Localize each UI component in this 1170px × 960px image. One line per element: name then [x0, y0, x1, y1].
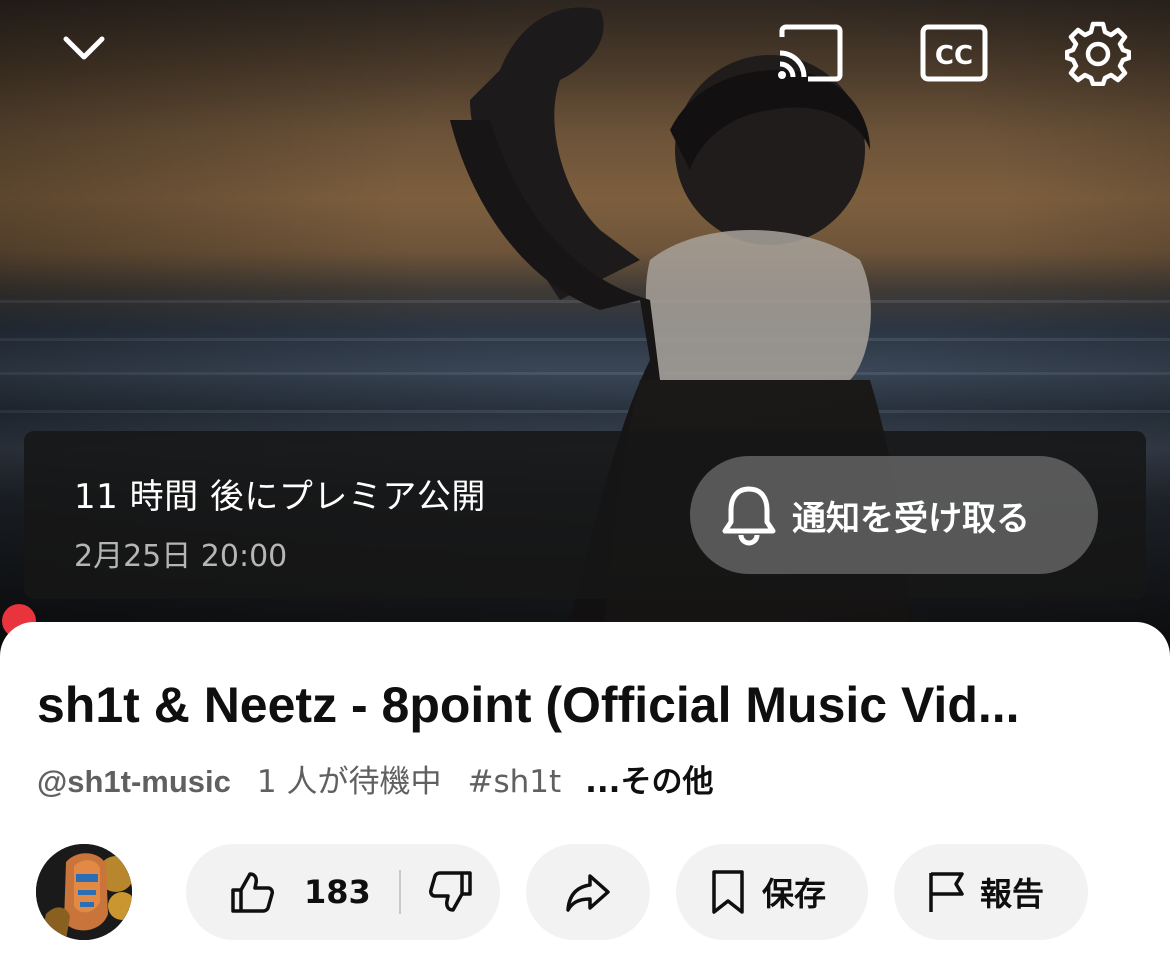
bell-icon [722, 486, 776, 546]
save-label: 保存 [762, 875, 827, 913]
waiting-count: 1 人が待機中 [256, 764, 442, 800]
bookmark-icon [712, 870, 744, 914]
video-player[interactable]: CC 11 時間 後にプレミア公開 2月25日 20:00 通知を受け取る [0, 0, 1170, 660]
share-button[interactable] [526, 844, 650, 940]
avatar-image [36, 844, 132, 940]
notify-button[interactable]: 通知を受け取る [690, 456, 1098, 574]
closed-captions-icon[interactable]: CC [918, 17, 990, 89]
more-link[interactable]: ...その他 [585, 756, 713, 801]
like-dislike-group: 183 [186, 844, 500, 940]
thumbs-down-icon [428, 871, 472, 912]
notify-button-label: 通知を受け取る [792, 498, 1030, 539]
flag-icon [929, 872, 964, 912]
channel-handle[interactable]: @sh1t-music [37, 764, 231, 800]
cast-icon[interactable] [774, 17, 846, 89]
report-label: 報告 [980, 875, 1045, 913]
like-count: 183 [304, 873, 371, 911]
save-button[interactable]: 保存 [676, 844, 868, 940]
chevron-down-icon[interactable] [48, 12, 120, 84]
premiere-overlay: 11 時間 後にプレミア公開 2月25日 20:00 通知を受け取る [24, 431, 1146, 599]
premiere-date: 2月25日 20:00 [74, 539, 288, 574]
video-title[interactable]: sh1t & Neetz - 8point (Official Music Vi… [37, 676, 1137, 734]
premiere-countdown: 11 時間 後にプレミア公開 [74, 477, 486, 517]
svg-text:CC: CC [935, 41, 973, 71]
gear-icon[interactable] [1062, 17, 1134, 89]
video-info-panel: sh1t & Neetz - 8point (Official Music Vi… [0, 622, 1170, 960]
hashtag-link[interactable]: #sh1t [467, 764, 561, 800]
report-button[interactable]: 報告 [894, 844, 1088, 940]
channel-avatar[interactable] [36, 844, 132, 940]
like-divider [398, 870, 401, 914]
screen: CC 11 時間 後にプレミア公開 2月25日 20:00 通知を受け取る sh… [0, 0, 1170, 960]
share-arrow-icon [566, 874, 610, 912]
video-meta: @sh1t-music 1 人が待機中 #sh1t ...その他 [37, 756, 713, 801]
dislike-button[interactable] [427, 868, 475, 916]
thumbs-up-icon[interactable] [228, 868, 276, 916]
